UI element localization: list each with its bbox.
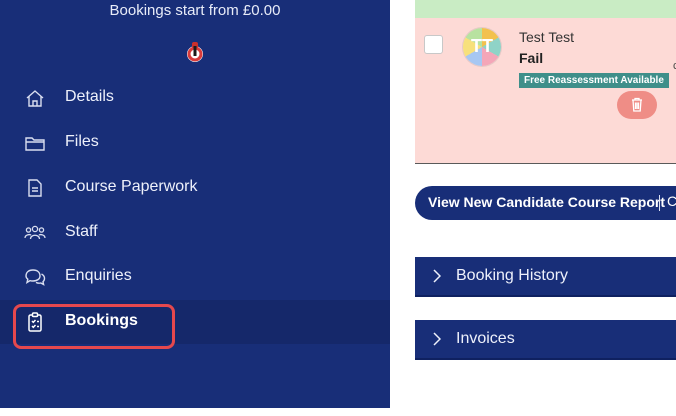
document-icon	[28, 179, 42, 197]
candidate-name: Test Test	[519, 29, 574, 45]
sidebar-item-label: Details	[65, 88, 114, 105]
people-icon	[24, 225, 46, 240]
button-separator	[659, 195, 660, 211]
sidebar-item-label: Files	[65, 133, 99, 150]
sidebar-item-bookings[interactable]: Bookings	[0, 300, 390, 344]
candidate-result-card: TT Test Test Fail Free Reassessment Avai…	[415, 18, 676, 164]
folder-icon	[25, 137, 45, 151]
home-icon	[26, 90, 44, 107]
chat-bubbles-icon	[25, 269, 46, 286]
sidebar-item-label: Bookings	[65, 312, 138, 329]
avatar: TT	[463, 28, 501, 66]
candidate-select-checkbox[interactable]	[424, 35, 443, 54]
passed-candidate-row	[415, 0, 676, 19]
chevron-right-icon	[433, 269, 441, 283]
accordion-label: Booking History	[456, 267, 569, 284]
trash-icon	[632, 97, 642, 112]
avatar-initials: TT	[471, 36, 493, 56]
view-course-report-button[interactable]: View New Candidate Course Report C	[415, 186, 676, 220]
sidebar-item-label: Enquiries	[65, 267, 132, 284]
booking-history-accordion[interactable]: Booking History	[415, 257, 676, 297]
sidebar-item-staff[interactable]: Staff	[0, 211, 390, 255]
bookings-price-note: Bookings start from £0.00	[109, 2, 281, 19]
accordion-label: Invoices	[456, 330, 515, 347]
sidebar-item-enquiries[interactable]: Enquiries	[0, 255, 390, 299]
truncated-button-glyph: C	[667, 193, 676, 209]
result-status: Fail	[519, 50, 544, 66]
sidebar-item-label: Course Paperwork	[65, 178, 198, 195]
logo-icon	[187, 42, 203, 62]
sidebar: Bookings start from £0.00 Details Files …	[0, 0, 390, 408]
bottom-strip	[0, 408, 676, 416]
invoices-accordion[interactable]: Invoices	[415, 320, 676, 360]
chevron-right-icon	[433, 332, 441, 346]
report-button-label: View New Candidate Course Report	[428, 194, 666, 210]
sidebar-item-course-paperwork[interactable]: Course Paperwork	[0, 166, 390, 210]
reassessment-badge: Free Reassessment Available	[519, 73, 669, 88]
clipboard-icon	[28, 312, 42, 332]
sidebar-item-files[interactable]: Files	[0, 121, 390, 165]
sidebar-item-details[interactable]: Details	[0, 76, 390, 120]
delete-button[interactable]	[617, 91, 657, 119]
sidebar-item-label: Staff	[65, 223, 98, 240]
